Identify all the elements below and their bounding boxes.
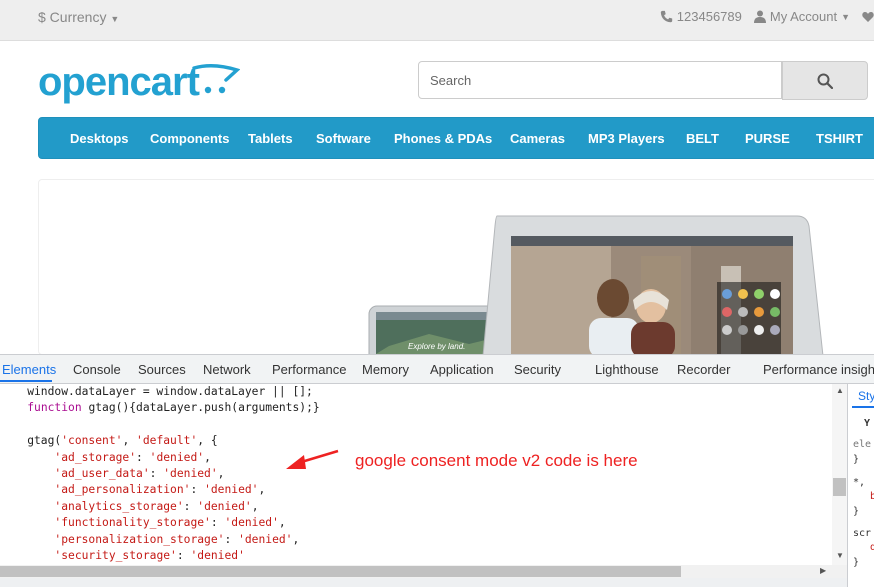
logo-text: opencart: [38, 60, 200, 104]
style-rule-text: }: [853, 557, 860, 568]
currency-label: $ Currency: [38, 9, 107, 25]
tab-security[interactable]: Security: [514, 362, 561, 377]
tab-recorder[interactable]: Recorder: [677, 362, 730, 377]
code-line: function gtag(){dataLayer.push(arguments…: [27, 401, 320, 415]
code-line: 'functionality_storage': 'denied',: [54, 516, 286, 530]
slideshow-banner[interactable]: Explore by land.: [38, 179, 874, 355]
scroll-down-icon[interactable]: ▼: [836, 551, 844, 560]
my-account-dropdown[interactable]: My Account ▼: [753, 9, 850, 24]
phone-icon: [660, 10, 672, 23]
opencart-logo[interactable]: opencart: [38, 60, 240, 105]
style-rule-text: scr: [853, 528, 872, 539]
menu-item-software[interactable]: Software: [316, 131, 371, 146]
tab-elements[interactable]: Elements: [2, 362, 56, 377]
menu-item-mp3-players[interactable]: MP3 Players: [588, 131, 665, 146]
annotation-text: google consent mode v2 code is here: [355, 451, 638, 470]
my-account-label: My Account: [769, 9, 838, 24]
menu-item-belt[interactable]: BELT: [686, 131, 719, 146]
style-rule-text: d: [870, 542, 874, 553]
menu-item-tablets[interactable]: Tablets: [248, 131, 293, 146]
tab-performance-insights[interactable]: Performance insights: [763, 362, 874, 377]
search-input[interactable]: [428, 62, 762, 98]
tab-console[interactable]: Console: [73, 362, 121, 377]
laptop-image: Explore by land.: [368, 215, 824, 354]
menu-item-desktops[interactable]: Desktops: [70, 131, 129, 146]
tab-network[interactable]: Network: [203, 362, 251, 377]
style-rule-text: ele: [853, 439, 872, 450]
styles-pane: Sty Y ele } *, b } scr d }: [847, 384, 874, 587]
phone-link[interactable]: 123456789: [660, 9, 742, 24]
search-box: [418, 61, 782, 99]
category-menu: Desktops Components Tablets Software Pho…: [38, 117, 874, 159]
red-arrow-icon: [286, 449, 339, 469]
filter-icon[interactable]: Y: [864, 418, 870, 429]
code-line: 'personalization_storage': 'denied',: [54, 532, 300, 546]
tab-memory[interactable]: Memory: [362, 362, 409, 377]
code-line: window.dataLayer = window.dataLayer || […: [0, 385, 313, 398]
tab-application[interactable]: Application: [430, 362, 494, 377]
search-icon: [817, 73, 833, 89]
code-line: 'security_storage': 'denied': [54, 548, 245, 562]
vertical-scroll-thumb[interactable]: [833, 478, 846, 496]
style-rule-text: *,: [853, 477, 866, 488]
scroll-right-icon[interactable]: ▶: [820, 566, 826, 575]
code-line: gtag('consent', 'default', {: [0, 434, 218, 448]
menu-item-tshirt[interactable]: TSHIRT: [816, 131, 863, 146]
tab-performance[interactable]: Performance: [272, 362, 346, 377]
menu-item-components[interactable]: Components: [150, 131, 229, 146]
phone-number: 123456789: [676, 9, 742, 24]
style-rule-text: }: [853, 506, 860, 517]
scroll-up-icon[interactable]: ▲: [836, 386, 844, 395]
wishlist-link[interactable]: [862, 11, 874, 23]
code-line: 'ad_personalization': 'denied',: [54, 483, 266, 497]
style-rule-text: b: [870, 491, 874, 502]
style-rule-text: }: [853, 454, 860, 465]
user-icon: [753, 10, 766, 23]
search-button[interactable]: [782, 61, 868, 100]
code-line: 'analytics_storage': 'denied',: [54, 499, 259, 513]
cart-icon: [192, 64, 240, 94]
banner-caption: Explore by land.: [408, 342, 465, 351]
active-tab-indicator: [0, 380, 52, 382]
vertical-scrollbar[interactable]: ▲ ▼: [832, 384, 847, 565]
menu-item-phones-pdas[interactable]: Phones & PDAs: [394, 131, 492, 146]
menu-item-cameras[interactable]: Cameras: [510, 131, 565, 146]
chevron-down-icon: ▼: [841, 11, 850, 22]
horizontal-scrollbar[interactable]: ▶: [0, 565, 847, 578]
styles-underline: [852, 406, 874, 408]
tab-lighthouse[interactable]: Lighthouse: [595, 362, 659, 377]
source-code-view[interactable]: window.dataLayer = window.dataLayer || […: [0, 384, 832, 566]
tab-sources[interactable]: Sources: [138, 362, 186, 377]
devtools-panel: Elements Console Sources Network Perform…: [0, 354, 874, 587]
chevron-down-icon: ▼: [110, 14, 120, 24]
menu-item-purse[interactable]: PURSE: [745, 131, 790, 146]
currency-dropdown[interactable]: $ Currency ▼: [38, 9, 119, 25]
horizontal-scroll-thumb[interactable]: [0, 566, 681, 577]
top-bar: $ Currency ▼ 123456789 My Account ▼: [0, 0, 874, 41]
tab-styles[interactable]: Sty: [858, 389, 874, 403]
devtools-tab-bar: Elements Console Sources Network Perform…: [0, 355, 874, 384]
heart-icon: [862, 11, 874, 22]
